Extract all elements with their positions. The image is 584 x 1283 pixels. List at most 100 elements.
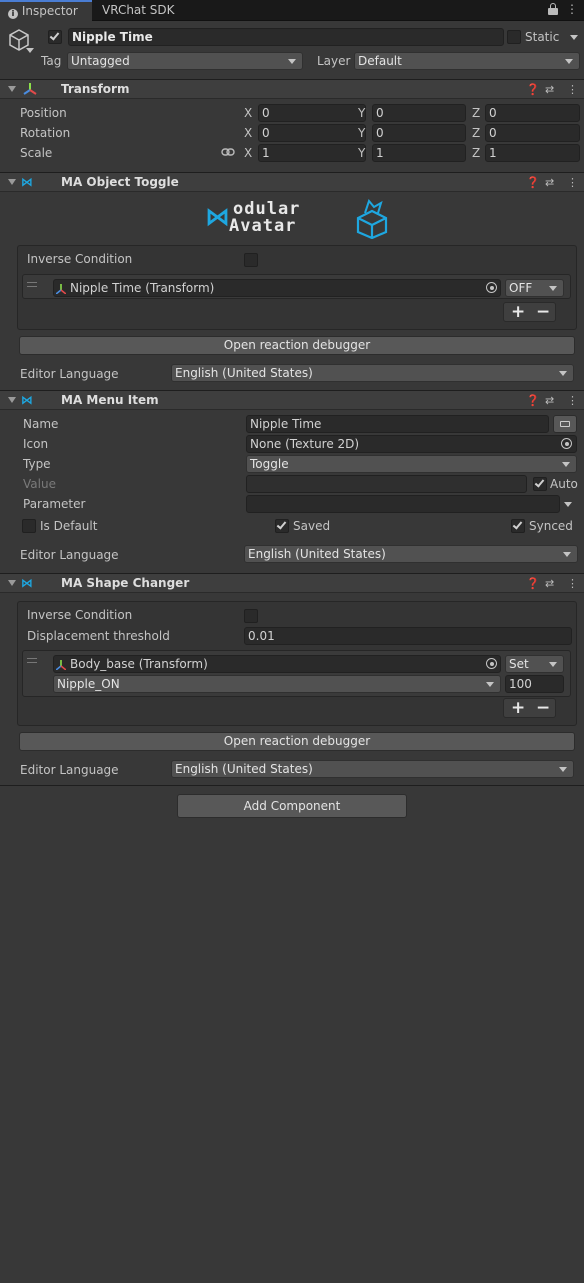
type-label: Type	[23, 457, 51, 471]
inverse-condition-checkbox[interactable]	[244, 609, 258, 623]
position-z-field[interactable]: 0	[485, 104, 580, 122]
tag-value: Untagged	[71, 54, 130, 68]
saved-checkbox[interactable]	[275, 519, 289, 533]
tag-label: Tag	[41, 54, 62, 68]
target-renderer-field[interactable]: Body_base (Transform)	[53, 655, 501, 673]
editor-language-dropdown[interactable]: English (United States)	[171, 364, 574, 382]
is-default-checkbox[interactable]	[22, 519, 36, 533]
auto-label: Auto	[550, 477, 578, 491]
modular-avatar-icon: ⋈	[21, 576, 33, 590]
editor-language-label: Editor Language	[20, 763, 119, 777]
object-toggle-title: MA Object Toggle	[61, 175, 179, 189]
presets-icon[interactable]: ⇄	[545, 80, 554, 99]
shape-changer-header[interactable]: ⋈ MA Shape Changer ❓ ⇄ ⋮	[0, 573, 584, 593]
parameter-field[interactable]	[246, 495, 560, 513]
rich-text-edit-button[interactable]	[553, 415, 577, 433]
target-object-field[interactable]: Nipple Time (Transform)	[53, 279, 501, 297]
shape-mode-dropdown[interactable]: Set	[505, 655, 564, 673]
scale-y-field[interactable]: 1	[372, 144, 466, 162]
rotation-z-field[interactable]: 0	[485, 124, 580, 142]
drag-handle-icon[interactable]	[27, 282, 37, 287]
blendshape-dropdown[interactable]: Nipple_ON	[53, 675, 501, 693]
foldout-arrow-icon[interactable]	[8, 580, 16, 586]
scale-z-field[interactable]: 1	[485, 144, 580, 162]
open-reaction-debugger-button[interactable]: Open reaction debugger	[19, 732, 575, 751]
add-entry-button[interactable]: +	[511, 697, 525, 719]
component-menu-icon[interactable]: ⋮	[567, 80, 578, 99]
tab-vrchat-sdk[interactable]: VRChat SDK	[94, 0, 194, 21]
static-checkbox[interactable]	[507, 30, 521, 44]
position-label: Position	[20, 106, 67, 120]
presets-icon[interactable]: ⇄	[545, 574, 554, 593]
axis-y-label: Y	[358, 106, 366, 120]
shape-mode-value: Set	[509, 657, 529, 671]
help-icon[interactable]: ❓	[526, 574, 540, 593]
lock-icon[interactable]	[548, 3, 558, 15]
menu-icon-field[interactable]: None (Texture 2D)	[246, 435, 577, 453]
tag-dropdown[interactable]: Untagged	[67, 52, 303, 70]
editor-language-value: English (United States)	[175, 762, 313, 776]
rotation-x-field[interactable]: 0	[258, 124, 366, 142]
displacement-threshold-label: Displacement threshold	[27, 629, 170, 643]
menu-type-dropdown[interactable]: Toggle	[246, 455, 577, 473]
name-label: Name	[23, 417, 59, 431]
scale-x-field[interactable]: 1	[258, 144, 366, 162]
remove-entry-button[interactable]: −	[536, 697, 550, 719]
axis-x-label: X	[244, 106, 253, 120]
object-picker-icon[interactable]	[486, 658, 497, 669]
tab-inspector[interactable]: i Inspector	[0, 0, 92, 21]
layer-dropdown[interactable]: Default	[354, 52, 580, 70]
component-menu-icon[interactable]: ⋮	[567, 391, 578, 410]
blendshape-value-field[interactable]: 100	[505, 675, 564, 693]
toggle-state-value: OFF	[509, 281, 533, 295]
open-reaction-debugger-button[interactable]: Open reaction debugger	[19, 336, 575, 355]
displacement-threshold-field[interactable]: 0.01	[244, 627, 572, 645]
auto-checkbox[interactable]	[533, 477, 547, 491]
active-checkbox[interactable]	[48, 30, 62, 44]
help-icon[interactable]: ❓	[526, 173, 540, 192]
link-icon[interactable]	[221, 146, 235, 158]
logo-text-line2: Avatar	[229, 216, 297, 236]
component-menu-icon[interactable]: ⋮	[567, 574, 578, 593]
component-menu-icon[interactable]: ⋮	[567, 173, 578, 192]
menu-type-value: Toggle	[250, 457, 289, 471]
object-picker-icon[interactable]	[486, 282, 497, 293]
add-component-button[interactable]: Add Component	[177, 794, 407, 818]
saved-label: Saved	[293, 519, 331, 533]
axis-y-label: Y	[358, 126, 366, 140]
editor-language-dropdown[interactable]: English (United States)	[171, 760, 574, 778]
object-picker-icon[interactable]	[561, 438, 572, 449]
inverse-condition-label: Inverse Condition	[27, 608, 133, 622]
position-y-field[interactable]: 0	[372, 104, 466, 122]
axis-z-label: Z	[472, 126, 481, 140]
more-menu-icon[interactable]: ⋮	[566, 2, 578, 16]
transform-header[interactable]: Transform ❓ ⇄ ⋮	[0, 79, 584, 99]
presets-icon[interactable]: ⇄	[545, 173, 554, 192]
editor-language-dropdown[interactable]: English (United States)	[244, 545, 578, 563]
foldout-arrow-icon[interactable]	[8, 179, 16, 185]
foldout-arrow-icon[interactable]	[8, 397, 16, 403]
inverse-condition-checkbox[interactable]	[244, 253, 258, 267]
menu-item-header[interactable]: ⋈ MA Menu Item ❓ ⇄ ⋮	[0, 390, 584, 410]
editor-language-label: Editor Language	[20, 548, 119, 562]
synced-checkbox[interactable]	[511, 519, 525, 533]
toggle-state-dropdown[interactable]: OFF	[505, 279, 564, 297]
static-dropdown-caret-icon[interactable]	[570, 35, 578, 40]
add-entry-button[interactable]: +	[511, 301, 525, 323]
foldout-arrow-icon[interactable]	[8, 86, 16, 92]
presets-icon[interactable]: ⇄	[545, 391, 554, 410]
object-toggle-header[interactable]: ⋈ MA Object Toggle ❓ ⇄ ⋮	[0, 172, 584, 192]
info-icon: i	[8, 9, 18, 19]
help-icon[interactable]: ❓	[526, 80, 540, 99]
object-name-field[interactable]: Nipple Time	[68, 28, 504, 46]
drag-handle-icon[interactable]	[27, 658, 37, 663]
position-x-field[interactable]: 0	[258, 104, 366, 122]
rotation-y-field[interactable]: 0	[372, 124, 466, 142]
remove-entry-button[interactable]: −	[536, 301, 550, 323]
value-label: Value	[23, 477, 56, 491]
menu-name-field[interactable]: Nipple Time	[246, 415, 549, 433]
help-icon[interactable]: ❓	[526, 391, 540, 410]
icon-dropdown-caret-icon[interactable]	[26, 48, 34, 53]
parameter-dropdown-caret-icon[interactable]	[564, 502, 572, 507]
rotation-label: Rotation	[20, 126, 71, 140]
